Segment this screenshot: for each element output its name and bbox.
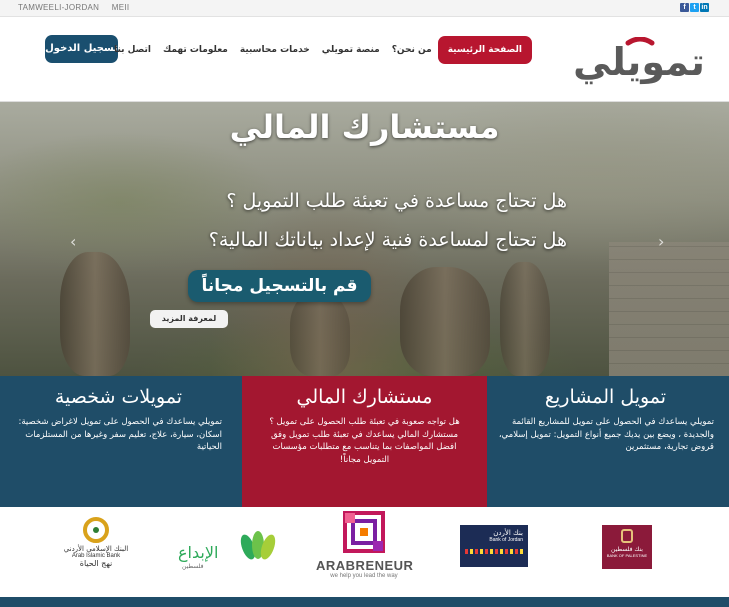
bop-name-en: BANK OF PALESTINE: [606, 553, 648, 558]
top-bar: TAMWEELI-JORDAN MEII f t in: [0, 0, 729, 17]
logo-text: تمويلي: [573, 40, 705, 84]
personal-panel[interactable]: تمويلات شخصية تمويلي يساعدك في الحصول عل…: [0, 376, 242, 507]
bank-of-jordan-logo[interactable]: بنك الأردن Bank of Jordan: [460, 525, 528, 567]
bank-jordan-name-en: Bank of Jordan: [489, 537, 523, 543]
bank-jordan-dots-icon: [465, 549, 523, 554]
personal-title: تمويلات شخصية: [54, 386, 183, 408]
stone-wall: [609, 242, 729, 376]
facebook-icon[interactable]: f: [680, 3, 689, 12]
advisor-title: مستشارك المالي: [296, 386, 433, 408]
next-arrow-icon[interactable]: ›: [658, 232, 664, 251]
social-links: f t in: [680, 3, 709, 12]
personal-text: تمويلي يساعدك في الحصول على تمويل لاغراض…: [18, 417, 222, 452]
register-free-button[interactable]: قم بالتسجيل مجاناً: [188, 270, 371, 302]
islamic-bank-logo[interactable]: البنك الإسلامي الأردني Arab Islamic Bank…: [62, 517, 130, 585]
ibdaa-leaves-icon: [240, 531, 276, 560]
bop-name-ar: بنك فلسطين: [611, 546, 643, 553]
nav-platform[interactable]: منصة تمويلي: [316, 36, 386, 64]
hero-question-2: هل تحتاج لمساعدة فنية لإعداد بياناتك الم…: [208, 229, 567, 251]
ibdaa-logo[interactable]: الإبداع فلسطين: [176, 527, 276, 577]
advisor-text: هل تواجه صعوبة في تعبئة طلب الحصول على ت…: [269, 417, 460, 465]
linkedin-icon[interactable]: in: [700, 3, 709, 12]
nav-info[interactable]: معلومات تهمك: [157, 36, 234, 64]
twitter-icon[interactable]: t: [690, 3, 699, 12]
advisor-panel[interactable]: مستشارك المالي هل تواجه صعوبة في تعبئة ط…: [242, 376, 487, 507]
nav-accounting[interactable]: خدمات محاسبية: [234, 36, 316, 64]
arabreneur-tagline: we help you lead the way: [330, 573, 398, 579]
nav-home[interactable]: الصفحة الرئيسية: [437, 36, 532, 64]
bank-jordan-name-ar: بنك الأردن: [493, 529, 523, 537]
tree-trunk: [400, 267, 490, 376]
extra-label-link[interactable]: MEII: [112, 3, 130, 12]
bank-emblem-icon: [83, 517, 109, 543]
ibdaa-sub: فلسطين: [182, 563, 204, 570]
nav-contact[interactable]: اتصل بنا: [108, 36, 157, 64]
prev-arrow-icon[interactable]: ‹: [70, 232, 76, 251]
arabreneur-logo[interactable]: ARABRENEUR we help you lead the way: [316, 511, 414, 587]
footer-bar: [0, 597, 729, 607]
site-label-link[interactable]: TAMWEELI-JORDAN: [18, 3, 99, 12]
projects-panel[interactable]: تمويل المشاريع تمويلي يساعدك في الحصول ع…: [487, 376, 729, 507]
islamic-bank-name-ar: البنك الإسلامي الأردني: [63, 545, 129, 553]
site-header: تمويلي تسجيل الدخول الصفحة الرئيسية من ن…: [0, 17, 729, 102]
bop-emblem-icon: [621, 529, 633, 543]
login-button[interactable]: تسجيل الدخول: [45, 35, 118, 63]
tree-trunk: [290, 292, 350, 376]
bank-of-palestine-logo[interactable]: بنك فلسطين BANK OF PALESTINE: [602, 525, 652, 569]
hero-question-1: هل تحتاج مساعدة في تعبئة طلب التمويل ؟: [226, 190, 567, 212]
tree-trunk: [500, 262, 550, 376]
projects-title: تمويل المشاريع: [544, 386, 667, 408]
nav-about[interactable]: من نحن؟: [386, 36, 438, 64]
arabreneur-name: ARABRENEUR: [316, 558, 414, 573]
partners-strip: البنك الإسلامي الأردني Arab Islamic Bank…: [0, 507, 729, 597]
ibdaa-name: الإبداع: [178, 543, 219, 562]
hero-slider: مستشارك المالي هل تحتاج مساعدة في تعبئة …: [0, 102, 729, 376]
hero-title: مستشارك المالي: [229, 108, 500, 146]
top-links: TAMWEELI-JORDAN MEII: [18, 3, 139, 12]
tree-trunk: [60, 252, 130, 376]
site-logo[interactable]: تمويلي: [568, 37, 710, 87]
arabreneur-emblem-icon: [343, 511, 385, 553]
islamic-bank-tagline: نهج الحياة: [79, 559, 113, 568]
main-nav: الصفحة الرئيسية من نحن؟ منصة تمويلي خدما…: [114, 36, 532, 64]
learn-more-button[interactable]: لمعرفة المزيد: [150, 310, 228, 328]
projects-text: تمويلي يساعدك في الحصول على تمويل للمشار…: [498, 417, 714, 452]
